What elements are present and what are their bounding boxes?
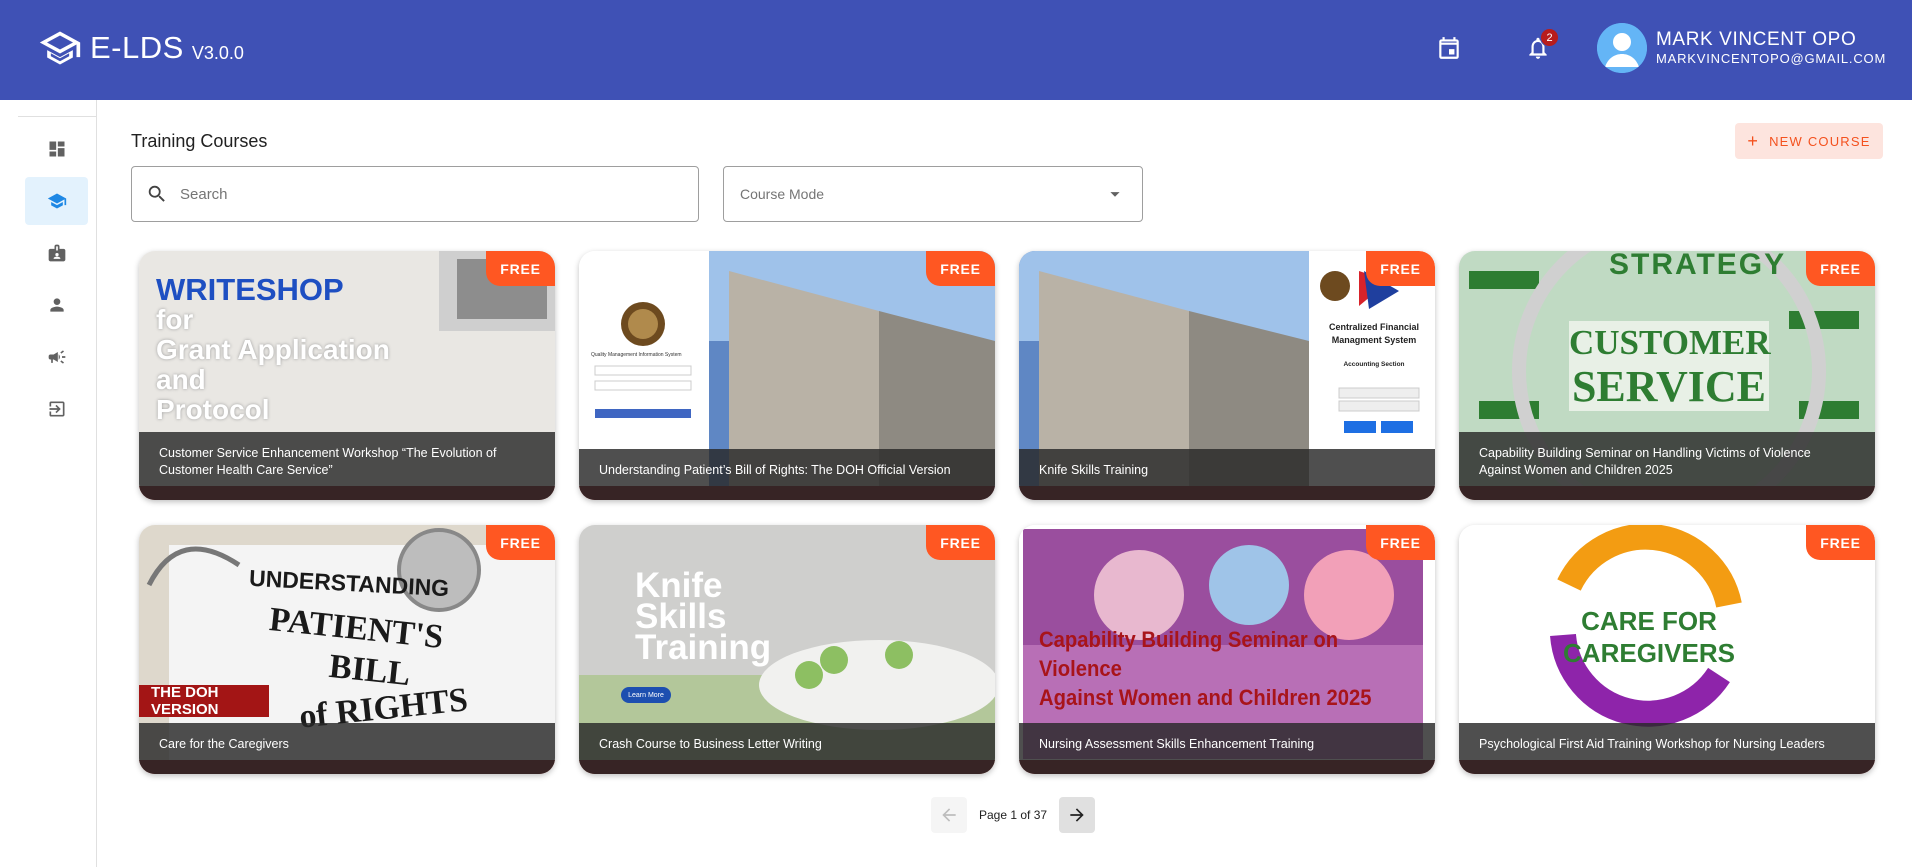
course-mode-placeholder: Course Mode bbox=[740, 186, 825, 202]
free-badge: FREE bbox=[486, 525, 555, 560]
badge-icon bbox=[48, 244, 65, 262]
thumb-line: Capability Building Seminar on Violence bbox=[1039, 627, 1339, 681]
new-course-button[interactable]: + NEW COURSE bbox=[1735, 123, 1883, 159]
course-card[interactable]: Capability Building Seminar on Violence … bbox=[1019, 525, 1435, 774]
sidebar-item-training-courses[interactable] bbox=[25, 177, 88, 225]
thumb-line: Protocol bbox=[156, 394, 270, 425]
sidebar-item-assignments[interactable] bbox=[25, 229, 88, 277]
course-title: Care for the Caregivers bbox=[139, 723, 555, 774]
course-title: Nursing Assessment Skills Enhancement Tr… bbox=[1019, 723, 1435, 774]
course-title: Crash Course to Business Letter Writing bbox=[579, 723, 995, 774]
app-name: E-LDS bbox=[90, 30, 184, 65]
thumb-line: WRITESHOP bbox=[156, 272, 344, 307]
campaign-icon bbox=[48, 350, 65, 364]
thumb-line: Training bbox=[635, 628, 772, 667]
thumb-line: Quality Management Information System bbox=[591, 352, 682, 358]
thumb-line: SERVICE bbox=[1571, 362, 1767, 411]
free-badge: FREE bbox=[1806, 525, 1875, 560]
graduation-cap-icon bbox=[39, 31, 81, 65]
thumb-line: STRATEGY bbox=[1609, 251, 1787, 281]
arrow-left-icon bbox=[942, 808, 956, 822]
pagination: Page 1 of 37 bbox=[931, 797, 1096, 833]
user-name: MARK VINCENT OPO bbox=[1656, 29, 1857, 50]
brand[interactable]: E-LDS V3.0.0 bbox=[38, 26, 244, 70]
search-input[interactable] bbox=[180, 185, 660, 203]
dashboard-icon bbox=[49, 141, 64, 157]
course-title: Customer Service Enhancement Workshop “T… bbox=[139, 432, 555, 500]
sidebar-item-announcements[interactable] bbox=[25, 333, 88, 381]
course-title: Capability Building Seminar on Handling … bbox=[1459, 432, 1875, 500]
course-card[interactable]: WRITESHOP for Grant Application and Prot… bbox=[139, 251, 555, 500]
course-card[interactable]: CARE FOR CAREGIVERS FREE Psychological F… bbox=[1459, 525, 1875, 774]
dropdown-arrow-icon bbox=[1110, 192, 1120, 197]
avatar[interactable] bbox=[1597, 23, 1647, 73]
school-icon bbox=[47, 193, 66, 209]
new-course-label: NEW COURSE bbox=[1769, 133, 1871, 149]
course-card[interactable]: Centralized Financial Managment System A… bbox=[1019, 251, 1435, 500]
search-icon bbox=[148, 185, 165, 202]
course-title: Knife Skills Training bbox=[1019, 449, 1435, 500]
search-field[interactable] bbox=[131, 166, 699, 222]
app-header: E-LDS V3.0.0 2 MARK VINCENT OPO MARKVINC… bbox=[0, 0, 1912, 100]
notifications-button[interactable]: 2 bbox=[1522, 28, 1559, 64]
free-badge: FREE bbox=[1806, 251, 1875, 286]
free-badge: FREE bbox=[926, 525, 995, 560]
plus-icon: + bbox=[1747, 130, 1760, 151]
course-card[interactable]: STRATEGY CUSTOMER SERVICE FREE Capabilit… bbox=[1459, 251, 1875, 500]
course-card[interactable]: UNDERSTANDING PATIENT'S BILL of RIGHTS T… bbox=[139, 525, 555, 774]
arrow-right-icon bbox=[1070, 808, 1084, 822]
thumb-line: CUSTOMER bbox=[1569, 323, 1771, 362]
course-title: Understanding Patient’s Bill of Rights: … bbox=[579, 449, 995, 500]
sidebar-item-dashboard[interactable] bbox=[25, 125, 88, 173]
user-avatar-icon bbox=[1597, 23, 1647, 73]
previous-page-button[interactable] bbox=[931, 797, 967, 833]
divider bbox=[18, 116, 96, 117]
thumb-line: and bbox=[156, 364, 206, 395]
thumb-line: for bbox=[156, 304, 194, 335]
thumb-text: WRITESHOP for Grant Application and Prot… bbox=[156, 272, 390, 425]
course-card[interactable]: Knife Skills Training Learn More FREE Cr… bbox=[579, 525, 995, 774]
free-badge: FREE bbox=[1366, 525, 1435, 560]
thumb-text: Capability Building Seminar on Violence … bbox=[1039, 625, 1398, 712]
course-title: Psychological First Aid Training Worksho… bbox=[1459, 723, 1875, 774]
logout-icon bbox=[49, 401, 64, 417]
thumb-line: Learn More bbox=[621, 687, 671, 703]
thumb-line: CAREGIVERS bbox=[1563, 638, 1735, 668]
calendar-icon bbox=[1439, 37, 1459, 59]
course-card[interactable]: Quality Management Information System FR… bbox=[579, 251, 995, 500]
thumb-line: Grant Application bbox=[156, 334, 390, 365]
user-email: MARKVINCENTOPO@GMAIL.COM bbox=[1656, 51, 1887, 66]
free-badge: FREE bbox=[926, 251, 995, 286]
thumb-line: CARE FOR bbox=[1581, 606, 1717, 636]
page-indicator: Page 1 of 37 bbox=[979, 808, 1048, 822]
next-page-button[interactable] bbox=[1059, 797, 1096, 833]
thumb-text: Knife Skills Training bbox=[635, 568, 772, 667]
sidebar-item-logout[interactable] bbox=[25, 385, 88, 433]
sidebar-item-profile[interactable] bbox=[25, 281, 88, 329]
notification-badge: 2 bbox=[1540, 28, 1559, 47]
thumb-text: CARE FOR CAREGIVERS bbox=[1559, 605, 1739, 669]
free-badge: FREE bbox=[1366, 251, 1435, 286]
calendar-button[interactable] bbox=[1433, 32, 1465, 64]
course-mode-select[interactable]: Course Mode bbox=[723, 166, 1143, 222]
thumb-line: THE DOH VERSION bbox=[139, 684, 269, 718]
thumb-line: Centralized Financial Managment System bbox=[1328, 322, 1420, 345]
free-badge: FREE bbox=[486, 251, 555, 286]
thumb-line: Against Women and Children 2025 bbox=[1039, 685, 1372, 710]
page-title: Training Courses bbox=[131, 131, 268, 151]
person-icon bbox=[49, 298, 64, 312]
app-version: V3.0.0 bbox=[191, 42, 244, 63]
sidebar bbox=[0, 100, 97, 867]
thumb-line: Accounting Section bbox=[1343, 361, 1405, 368]
